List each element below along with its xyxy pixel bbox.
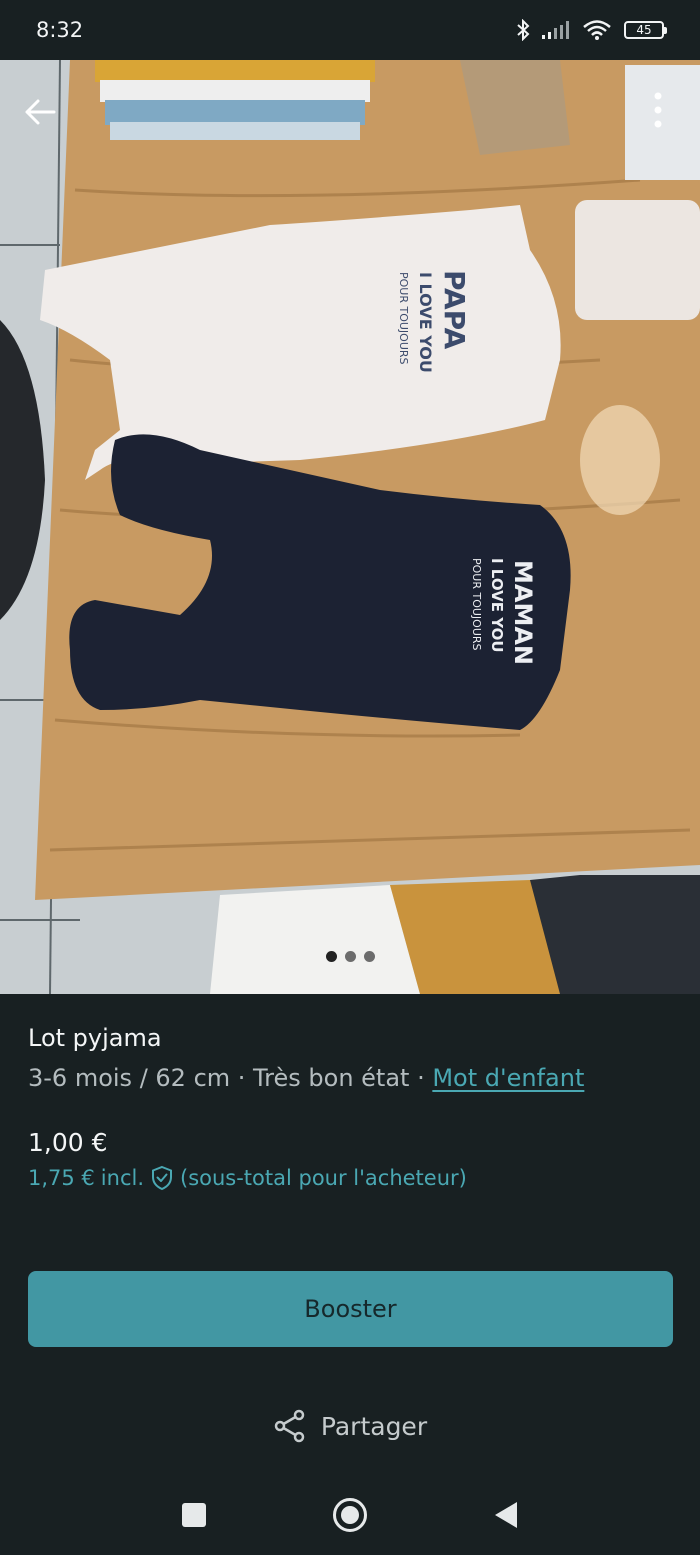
gallery-dot[interactable]: [344, 951, 356, 962]
listing-meta: 3-6 mois / 62 cm · Très bon état · Mot d…: [28, 1064, 672, 1092]
status-time: 8:32: [36, 18, 84, 42]
gallery-dot[interactable]: [325, 951, 337, 962]
svg-text:PAPA: PAPA: [438, 270, 471, 350]
listing-info: Lot pyjama 3-6 mois / 62 cm · Très bon é…: [28, 1024, 672, 1092]
buyer-total-price[interactable]: 1,75 € incl. (sous-total pour l'acheteur…: [28, 1165, 467, 1191]
svg-text:POUR TOUJOURS: POUR TOUJOURS: [397, 272, 410, 365]
svg-text:I LOVE YOU: I LOVE YOU: [488, 558, 506, 653]
svg-text:POUR TOUJOURS: POUR TOUJOURS: [470, 558, 483, 651]
more-options-button[interactable]: [636, 88, 680, 132]
status-icons: 45: [516, 19, 667, 41]
svg-text:I LOVE YOU: I LOVE YOU: [416, 272, 435, 373]
total-price-note: (sous-total pour l'acheteur): [180, 1166, 467, 1190]
booster-button[interactable]: Booster: [28, 1271, 673, 1347]
gallery-dot[interactable]: [363, 951, 375, 962]
listing-size-condition: 3-6 mois / 62 cm · Très bon état ·: [28, 1064, 433, 1092]
battery-icon: 45: [624, 21, 667, 39]
shield-check-icon: [152, 1165, 172, 1191]
total-price-incl: incl.: [100, 1166, 144, 1190]
wifi-icon: [582, 19, 612, 41]
total-price-value: 1,75 €: [28, 1166, 95, 1190]
bluetooth-icon: [516, 19, 530, 41]
back-button[interactable]: [18, 90, 62, 134]
item-price: 1,00 €: [28, 1128, 108, 1157]
arrow-left-icon: [25, 99, 56, 125]
triangle-back-icon: [495, 1502, 517, 1528]
listing-title: Lot pyjama: [28, 1024, 162, 1052]
gallery-pagination: [0, 951, 700, 962]
circle-home-icon: [333, 1498, 367, 1532]
share-button[interactable]: Partager: [0, 1400, 700, 1452]
share-label: Partager: [320, 1411, 428, 1441]
recents-button[interactable]: [172, 1493, 216, 1537]
system-navigation-bar: [0, 1475, 700, 1555]
signal-icon: [542, 21, 570, 39]
status-bar: 8:32 45: [0, 0, 700, 60]
share-icon: [274, 1409, 305, 1443]
home-button[interactable]: [328, 1493, 372, 1537]
more-vertical-icon: [654, 92, 662, 128]
back-nav-button[interactable]: [484, 1493, 528, 1537]
square-icon: [182, 1503, 206, 1527]
brand-link[interactable]: Mot d'enfant: [432, 1064, 584, 1092]
product-photo[interactable]: PAPA I LOVE YOU POUR TOUJOURS MAMAN I LO…: [0, 60, 700, 994]
svg-text:MAMAN: MAMAN: [509, 560, 537, 665]
